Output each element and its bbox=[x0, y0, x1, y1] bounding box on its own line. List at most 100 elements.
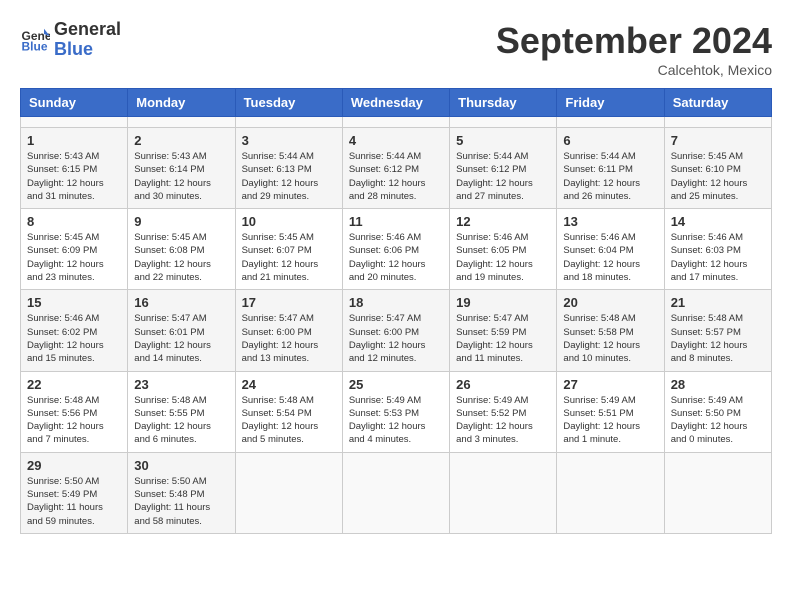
day-number: 18 bbox=[349, 295, 443, 310]
day-number: 15 bbox=[27, 295, 121, 310]
day-info: Sunrise: 5:43 AM Sunset: 6:14 PM Dayligh… bbox=[134, 150, 228, 203]
day-info: Sunrise: 5:46 AM Sunset: 6:04 PM Dayligh… bbox=[563, 231, 657, 284]
calendar-cell: 3Sunrise: 5:44 AM Sunset: 6:13 PM Daylig… bbox=[235, 128, 342, 209]
calendar-cell: 14Sunrise: 5:46 AM Sunset: 6:03 PM Dayli… bbox=[664, 209, 771, 290]
page-header: General Blue General Blue September 2024… bbox=[20, 20, 772, 78]
calendar-header-row: SundayMondayTuesdayWednesdayThursdayFrid… bbox=[21, 89, 772, 117]
day-number: 28 bbox=[671, 377, 765, 392]
calendar-cell: 23 Sunrise: 5:48 AM Sunset: 5:55 PM Dayli… bbox=[128, 371, 235, 452]
day-number: 6 bbox=[563, 133, 657, 148]
day-number: 26 bbox=[456, 377, 550, 392]
day-number: 14 bbox=[671, 214, 765, 229]
day-number: 4 bbox=[349, 133, 443, 148]
day-info: Sunrise: 5:47 AM Sunset: 6:00 PM Dayligh… bbox=[349, 312, 443, 365]
day-number: 11 bbox=[349, 214, 443, 229]
day-number: 16 bbox=[134, 295, 228, 310]
calendar-cell: 5Sunrise: 5:44 AM Sunset: 6:12 PM Daylig… bbox=[450, 128, 557, 209]
calendar-cell bbox=[235, 452, 342, 533]
day-info: Sunrise: 5:47 AM Sunset: 6:00 PM Dayligh… bbox=[242, 312, 336, 365]
calendar-cell: 24 Sunrise: 5:48 AM Sunset: 5:54 PM Dayli… bbox=[235, 371, 342, 452]
calendar-cell: 26 Sunrise: 5:49 AM Sunset: 5:52 PM Dayli… bbox=[450, 371, 557, 452]
day-number: 19 bbox=[456, 295, 550, 310]
calendar-cell: 8 Sunrise: 5:45 AM Sunset: 6:09 PM Daylig… bbox=[21, 209, 128, 290]
calendar-cell bbox=[235, 117, 342, 128]
day-number: 9 bbox=[134, 214, 228, 229]
day-number: 8 bbox=[27, 214, 121, 229]
day-info: Sunrise: 5:44 AM Sunset: 6:13 PM Dayligh… bbox=[242, 150, 336, 203]
calendar-cell: 13 Sunrise: 5:46 AM Sunset: 6:04 PM Dayli… bbox=[557, 209, 664, 290]
day-info: Sunrise: 5:48 AM Sunset: 5:55 PM Dayligh… bbox=[134, 394, 228, 447]
day-number: 7 bbox=[671, 133, 765, 148]
calendar-cell: 16Sunrise: 5:47 AM Sunset: 6:01 PM Dayli… bbox=[128, 290, 235, 371]
day-info: Sunrise: 5:45 AM Sunset: 6:08 PM Dayligh… bbox=[134, 231, 228, 284]
calendar-cell: 19 Sunrise: 5:47 AM Sunset: 5:59 PM Dayli… bbox=[450, 290, 557, 371]
logo-icon: General Blue bbox=[20, 25, 50, 55]
day-info: Sunrise: 5:49 AM Sunset: 5:52 PM Dayligh… bbox=[456, 394, 550, 447]
svg-text:Blue: Blue bbox=[22, 39, 48, 53]
calendar-cell bbox=[342, 117, 449, 128]
calendar-cell: 12Sunrise: 5:46 AM Sunset: 6:05 PM Dayli… bbox=[450, 209, 557, 290]
day-info: Sunrise: 5:48 AM Sunset: 5:57 PM Dayligh… bbox=[671, 312, 765, 365]
day-number: 13 bbox=[563, 214, 657, 229]
calendar-cell: 29Sunrise: 5:50 AM Sunset: 5:49 PM Dayli… bbox=[21, 452, 128, 533]
calendar-cell bbox=[21, 117, 128, 128]
day-info: Sunrise: 5:48 AM Sunset: 5:56 PM Dayligh… bbox=[27, 394, 121, 447]
calendar-cell: 30Sunrise: 5:50 AM Sunset: 5:48 PM Dayli… bbox=[128, 452, 235, 533]
calendar-week-5: 29Sunrise: 5:50 AM Sunset: 5:49 PM Dayli… bbox=[21, 452, 772, 533]
calendar-cell: 2 Sunrise: 5:43 AM Sunset: 6:14 PM Daylig… bbox=[128, 128, 235, 209]
calendar-cell: 18 Sunrise: 5:47 AM Sunset: 6:00 PM Dayli… bbox=[342, 290, 449, 371]
day-number: 10 bbox=[242, 214, 336, 229]
calendar-cell: 28Sunrise: 5:49 AM Sunset: 5:50 PM Dayli… bbox=[664, 371, 771, 452]
calendar-cell: 22 Sunrise: 5:48 AM Sunset: 5:56 PM Dayli… bbox=[21, 371, 128, 452]
day-number: 21 bbox=[671, 295, 765, 310]
day-number: 22 bbox=[27, 377, 121, 392]
logo-text: General Blue bbox=[54, 20, 121, 60]
calendar-cell bbox=[342, 452, 449, 533]
calendar-cell: 7Sunrise: 5:45 AM Sunset: 6:10 PM Daylig… bbox=[664, 128, 771, 209]
day-info: Sunrise: 5:43 AM Sunset: 6:15 PM Dayligh… bbox=[27, 150, 121, 203]
day-number: 5 bbox=[456, 133, 550, 148]
calendar-cell bbox=[450, 117, 557, 128]
day-number: 2 bbox=[134, 133, 228, 148]
day-info: Sunrise: 5:50 AM Sunset: 5:48 PM Dayligh… bbox=[134, 475, 228, 528]
calendar-cell bbox=[450, 452, 557, 533]
day-info: Sunrise: 5:46 AM Sunset: 6:06 PM Dayligh… bbox=[349, 231, 443, 284]
calendar-cell bbox=[128, 117, 235, 128]
calendar-cell bbox=[664, 117, 771, 128]
day-info: Sunrise: 5:49 AM Sunset: 5:53 PM Dayligh… bbox=[349, 394, 443, 447]
calendar-cell bbox=[557, 452, 664, 533]
day-number: 24 bbox=[242, 377, 336, 392]
location: Calcehtok, Mexico bbox=[496, 62, 772, 78]
calendar-week-0 bbox=[21, 117, 772, 128]
calendar-cell: 27Sunrise: 5:49 AM Sunset: 5:51 PM Dayli… bbox=[557, 371, 664, 452]
logo-line2: Blue bbox=[54, 40, 121, 60]
day-info: Sunrise: 5:44 AM Sunset: 6:12 PM Dayligh… bbox=[349, 150, 443, 203]
calendar-cell: 17 Sunrise: 5:47 AM Sunset: 6:00 PM Dayli… bbox=[235, 290, 342, 371]
calendar-cell bbox=[664, 452, 771, 533]
calendar-cell: 20Sunrise: 5:48 AM Sunset: 5:58 PM Dayli… bbox=[557, 290, 664, 371]
calendar-week-1: 1Sunrise: 5:43 AM Sunset: 6:15 PM Daylig… bbox=[21, 128, 772, 209]
weekday-header-saturday: Saturday bbox=[664, 89, 771, 117]
day-number: 12 bbox=[456, 214, 550, 229]
weekday-header-thursday: Thursday bbox=[450, 89, 557, 117]
day-number: 23 bbox=[134, 377, 228, 392]
calendar-cell: 15 Sunrise: 5:46 AM Sunset: 6:02 PM Dayli… bbox=[21, 290, 128, 371]
weekday-header-sunday: Sunday bbox=[21, 89, 128, 117]
day-info: Sunrise: 5:45 AM Sunset: 6:07 PM Dayligh… bbox=[242, 231, 336, 284]
calendar-cell: 25 Sunrise: 5:49 AM Sunset: 5:53 PM Dayli… bbox=[342, 371, 449, 452]
day-info: Sunrise: 5:47 AM Sunset: 5:59 PM Dayligh… bbox=[456, 312, 550, 365]
day-number: 17 bbox=[242, 295, 336, 310]
day-number: 25 bbox=[349, 377, 443, 392]
calendar-cell: 11 Sunrise: 5:46 AM Sunset: 6:06 PM Dayli… bbox=[342, 209, 449, 290]
month-title: September 2024 bbox=[496, 20, 772, 62]
calendar-table: SundayMondayTuesdayWednesdayThursdayFrid… bbox=[20, 88, 772, 534]
day-info: Sunrise: 5:46 AM Sunset: 6:02 PM Dayligh… bbox=[27, 312, 121, 365]
calendar-cell: 6Sunrise: 5:44 AM Sunset: 6:11 PM Daylig… bbox=[557, 128, 664, 209]
weekday-header-wednesday: Wednesday bbox=[342, 89, 449, 117]
calendar-week-4: 22 Sunrise: 5:48 AM Sunset: 5:56 PM Dayli… bbox=[21, 371, 772, 452]
day-number: 29 bbox=[27, 458, 121, 473]
day-info: Sunrise: 5:45 AM Sunset: 6:09 PM Dayligh… bbox=[27, 231, 121, 284]
title-block: September 2024 Calcehtok, Mexico bbox=[496, 20, 772, 78]
day-info: Sunrise: 5:48 AM Sunset: 5:54 PM Dayligh… bbox=[242, 394, 336, 447]
logo-line1: General bbox=[54, 20, 121, 40]
